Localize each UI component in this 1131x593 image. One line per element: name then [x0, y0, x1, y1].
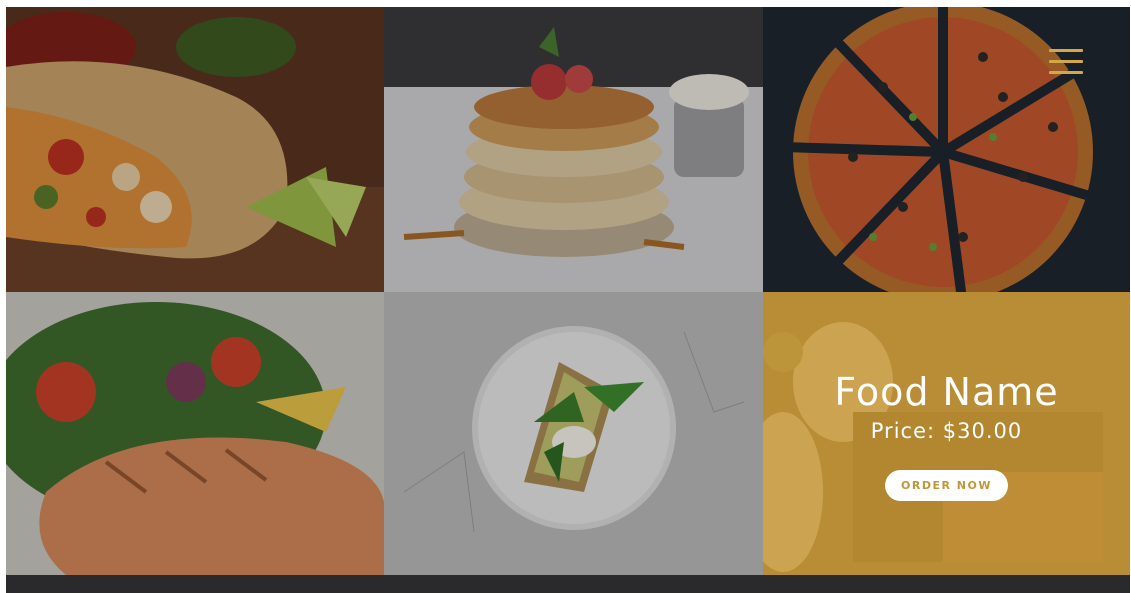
burrito-image	[6, 7, 384, 292]
featured-info: Food Name Price: $30.00 ORDER NOW	[763, 370, 1130, 501]
gallery-tile-pancakes[interactable]	[384, 7, 763, 292]
food-price: Price: $30.00	[870, 419, 1023, 443]
hamburger-menu-icon[interactable]	[1049, 49, 1083, 77]
gallery-tile-burrito[interactable]	[6, 7, 384, 292]
food-gallery-grid: Food Name Price: $30.00 ORDER NOW	[6, 7, 1130, 575]
gallery-tile-salmon[interactable]	[6, 292, 384, 575]
order-now-button[interactable]: ORDER NOW	[885, 470, 1008, 501]
pancakes-image	[384, 7, 763, 292]
featured-item-card: Food Name Price: $30.00 ORDER NOW	[763, 292, 1130, 575]
salmon-salad-image	[6, 292, 384, 575]
hamburger-line	[1049, 49, 1083, 52]
gallery-tile-avocado-toast[interactable]	[384, 292, 763, 575]
page-frame: Food Name Price: $30.00 ORDER NOW	[6, 7, 1130, 593]
hamburger-line	[1049, 71, 1083, 74]
avocado-toast-image	[384, 292, 763, 575]
food-name: Food Name	[834, 370, 1059, 414]
hamburger-line	[1049, 60, 1083, 63]
footer-bar	[6, 575, 1130, 593]
